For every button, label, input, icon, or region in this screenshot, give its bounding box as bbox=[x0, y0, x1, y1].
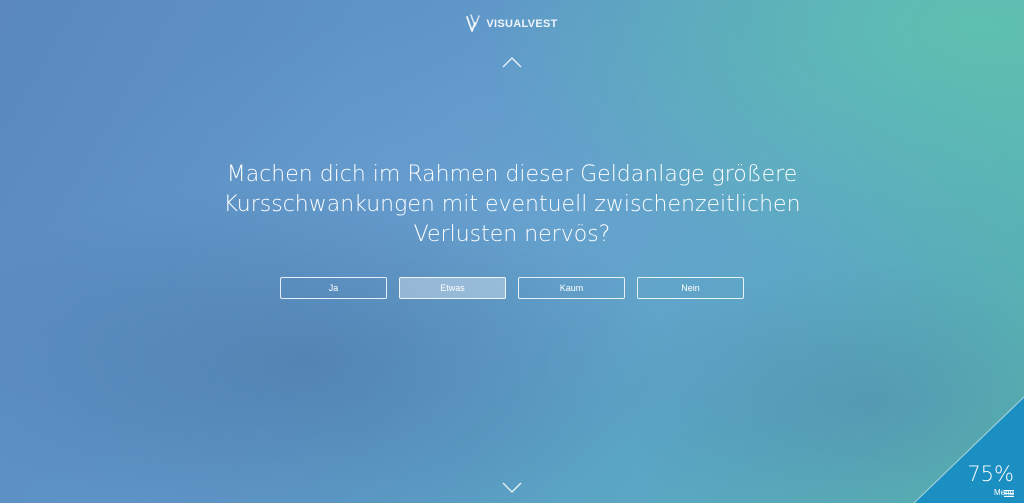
hamburger-menu-icon bbox=[1004, 490, 1014, 497]
menu-button[interactable]: Menu bbox=[994, 488, 1014, 497]
chevron-up-icon[interactable] bbox=[502, 56, 522, 68]
answer-etwas-button[interactable]: Etwas bbox=[399, 277, 506, 299]
question-line-2: Kursschwankungen mit eventuell zwischenz… bbox=[223, 192, 801, 217]
question-text: Machen dich im Rahmen dieser Geldanlage … bbox=[212, 160, 812, 250]
answer-nein-button[interactable]: Nein bbox=[637, 277, 744, 299]
answer-options: Ja Etwas Kaum Nein bbox=[280, 277, 744, 299]
brand-logo[interactable]: VISUALVEST bbox=[0, 14, 1024, 34]
progress-indicator: 75% Menu bbox=[904, 393, 1024, 503]
answer-ja-button[interactable]: Ja bbox=[280, 277, 387, 299]
answer-kaum-button[interactable]: Kaum bbox=[518, 277, 625, 299]
visualvest-v-logo-icon bbox=[466, 14, 481, 32]
question-line-3: Verlusten nervös? bbox=[413, 222, 611, 247]
progress-percentage: 75% bbox=[967, 462, 1014, 486]
brand-name: VISUALVEST bbox=[486, 18, 558, 30]
chevron-down-icon[interactable] bbox=[502, 482, 522, 494]
question-line-1: Machen dich im Rahmen dieser Geldanlage … bbox=[226, 162, 798, 187]
progress-corner-shape bbox=[913, 396, 1024, 503]
